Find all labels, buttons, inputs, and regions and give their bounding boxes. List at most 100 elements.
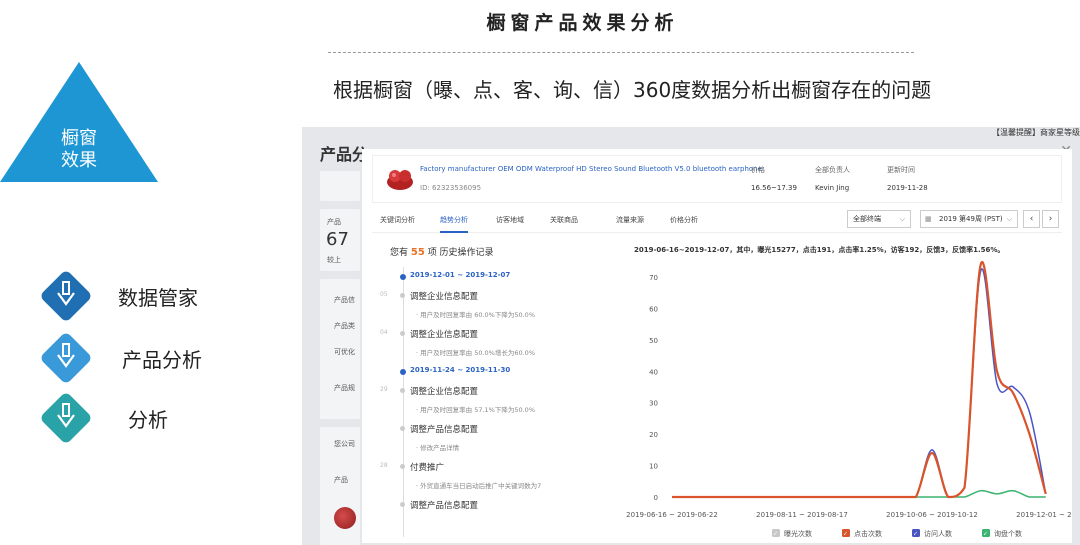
trend-analysis-modal: Factory manufacturer OEM ODM Waterproof … bbox=[362, 149, 1072, 543]
arrow-down-diamond-icon bbox=[38, 390, 94, 446]
y-tick-label: 40 bbox=[649, 368, 658, 376]
x-tick-label: 2019-12-01 ~ 2019-12-07 bbox=[1016, 511, 1072, 519]
history-title: 您有 55 项 历史操作记录 bbox=[390, 245, 494, 258]
timeline-dot bbox=[400, 502, 405, 507]
history-period-row[interactable]: 2019-11-24 ~ 2019-11-30 bbox=[372, 366, 622, 380]
title-divider bbox=[328, 52, 914, 53]
nav-label: 分析 bbox=[128, 408, 168, 432]
timeline-dot bbox=[400, 388, 405, 393]
history-detail-row: · 修改产品详情 bbox=[372, 442, 622, 456]
tab-related-products[interactable]: 关联商品 bbox=[550, 215, 578, 225]
history-text: 2019-12-01 ~ 2019-12-07 bbox=[410, 271, 511, 279]
nav-item-data-manager[interactable]: 数据管家 bbox=[38, 268, 258, 324]
tab-traffic-source[interactable]: 流量来源 bbox=[616, 215, 644, 225]
history-action-row[interactable]: 04 调整企业信息配置 bbox=[372, 328, 622, 342]
x-tick-label: 2019-10-06 ~ 2019-10-12 bbox=[886, 511, 978, 519]
y-tick-label: 10 bbox=[649, 463, 658, 471]
legend-label: 曝光次数 bbox=[784, 529, 812, 538]
bg-page-heading: 产品分 bbox=[320, 145, 369, 164]
product-header: Factory manufacturer OEM ODM Waterproof … bbox=[372, 155, 1062, 203]
series-line-1 bbox=[672, 260, 1047, 499]
y-tick-label: 70 bbox=[649, 274, 658, 282]
history-detail-row: · 外贸直通车当日启动后推广中关键词数为7 bbox=[372, 480, 622, 494]
tab-price-analysis[interactable]: 价格分析 bbox=[670, 215, 698, 225]
tab-visitor-region[interactable]: 访客地域 bbox=[496, 215, 524, 225]
history-text: 调整企业信息配置 bbox=[410, 330, 479, 340]
history-action-row[interactable]: 05 调整企业信息配置 bbox=[372, 290, 622, 304]
check-icon: ✓ bbox=[913, 531, 918, 538]
bg-card-label: 产品 bbox=[327, 218, 341, 226]
history-count: 55 bbox=[410, 247, 425, 258]
tab-keyword-analysis[interactable]: 关键词分析 bbox=[380, 215, 415, 225]
nav-item-product-analysis[interactable]: 产品分析 bbox=[38, 330, 258, 386]
chart-summary: 2019-06-16~2019-12-07，其中，曝光15277，点击191，点… bbox=[634, 246, 1005, 254]
analysis-tabs: 关键词分析 趋势分析 访客地域 关联商品 流量来源 价格分析 全部终端 ⌵ ▦ … bbox=[372, 207, 1062, 233]
legend-label: 询盘个数 bbox=[994, 529, 1022, 538]
check-icon: ✓ bbox=[843, 531, 848, 538]
nav-label: 产品分析 bbox=[122, 348, 202, 372]
x-tick-label: 2019-08-11 ~ 2019-08-17 bbox=[756, 511, 848, 519]
bg-left-label: 产品信 bbox=[334, 296, 355, 304]
embedded-screenshot: 产品分 【温馨提醒】商家星等级 产品 67 较上 产品信 产品类 可优化 产品规… bbox=[302, 127, 1080, 545]
history-day: 04 bbox=[380, 329, 388, 336]
bg-left-label: 可优化 bbox=[334, 348, 355, 356]
price-value: 16.56~17.39 bbox=[751, 184, 797, 192]
badge-line-1: 橱窗 bbox=[61, 128, 97, 149]
history-text: 付费推广 bbox=[410, 463, 445, 473]
price-label: 价格 bbox=[751, 166, 765, 174]
y-tick-label: 60 bbox=[649, 305, 658, 313]
history-text: · 用户及时回复率由 50.0%增长为60.0% bbox=[416, 349, 535, 357]
check-icon: ✓ bbox=[773, 531, 778, 538]
week-select[interactable]: ▦ 2019 第49周 (PST) ⌵ bbox=[920, 210, 1018, 228]
slide-subtitle: 根据橱窗（曝、点、客、询、信）360度数据分析出橱窗存在的问题 bbox=[333, 78, 932, 102]
window-effect-badge: 橱窗 效果 bbox=[0, 62, 158, 182]
history-text: 调整企业信息配置 bbox=[410, 292, 479, 302]
history-day: 29 bbox=[380, 386, 388, 393]
timeline-dot bbox=[400, 293, 405, 298]
history-action-row[interactable]: 调整产品信息配置 bbox=[372, 423, 622, 437]
timeline-dot bbox=[400, 426, 405, 431]
x-tick-label: 2019-06-16 ~ 2019-06-22 bbox=[626, 511, 718, 519]
y-tick-label: 0 bbox=[654, 494, 658, 502]
history-text: 调整企业信息配置 bbox=[410, 387, 479, 397]
history-text: 2019-11-24 ~ 2019-11-30 bbox=[410, 366, 511, 374]
history-text: · 用户及时回复率由 57.1%下降为50.0% bbox=[416, 406, 535, 414]
badge-line-2: 效果 bbox=[61, 150, 97, 171]
terminal-select[interactable]: 全部终端 ⌵ bbox=[847, 210, 911, 228]
product-title[interactable]: Factory manufacturer OEM ODM Waterproof … bbox=[420, 165, 762, 173]
history-text: 调整产品信息配置 bbox=[410, 501, 479, 511]
trend-line-chart: 0 10 20 30 40 50 60 70 2019-06-16 ~ 2019-06-22 20… bbox=[626, 260, 1072, 538]
history-action-row[interactable]: 调整产品信息配置 bbox=[372, 499, 622, 513]
nav-item-analysis[interactable]: 分析 bbox=[38, 390, 258, 446]
bg-big-number: 67 bbox=[326, 229, 349, 250]
owner-value: Kevin Jing bbox=[815, 184, 850, 192]
nav-label: 数据管家 bbox=[118, 286, 198, 310]
history-period-row[interactable]: 2019-12-01 ~ 2019-12-07 bbox=[372, 271, 622, 285]
timeline-line bbox=[403, 267, 404, 537]
y-tick-label: 20 bbox=[649, 431, 658, 439]
updated-value: 2019-11-28 bbox=[887, 184, 928, 192]
arrow-down-diamond-icon bbox=[38, 330, 94, 386]
updated-label: 更新时间 bbox=[887, 166, 915, 174]
y-tick-label: 50 bbox=[649, 337, 658, 345]
bg-left-label: 产品规 bbox=[334, 384, 355, 392]
chevron-down-icon: ⌵ bbox=[899, 215, 905, 223]
bg-card: 产品 67 较上 bbox=[320, 209, 360, 271]
operation-history: 您有 55 项 历史操作记录 2019-12-01 ~ 2019-12-07 05… bbox=[372, 237, 622, 537]
chevron-down-icon: ⌵ bbox=[1006, 215, 1012, 223]
bg-card bbox=[320, 171, 360, 201]
history-text: · 用户及时回复率由 60.0%下降为50.0% bbox=[416, 311, 535, 319]
tab-trend-analysis[interactable]: 趋势分析 bbox=[440, 215, 468, 233]
history-action-row[interactable]: 29 调整企业信息配置 bbox=[372, 385, 622, 399]
history-suffix: 项 历史操作记录 bbox=[427, 248, 494, 258]
chevron-left-icon[interactable]: ‹ bbox=[1023, 210, 1040, 228]
chevron-right-icon[interactable]: › bbox=[1042, 210, 1059, 228]
owner-label: 全部负责人 bbox=[815, 166, 850, 174]
history-action-row[interactable]: 28 付费推广 bbox=[372, 461, 622, 475]
history-text: 调整产品信息配置 bbox=[410, 425, 479, 435]
bg-notice: 【温馨提醒】商家星等级 bbox=[992, 128, 1080, 137]
bg-card: 产品信 产品类 可优化 产品规 bbox=[320, 279, 360, 419]
history-day: 28 bbox=[380, 462, 388, 469]
history-detail-row: · 用户及时回复率由 60.0%下降为50.0% bbox=[372, 309, 622, 323]
legend-label: 点击次数 bbox=[854, 529, 882, 538]
